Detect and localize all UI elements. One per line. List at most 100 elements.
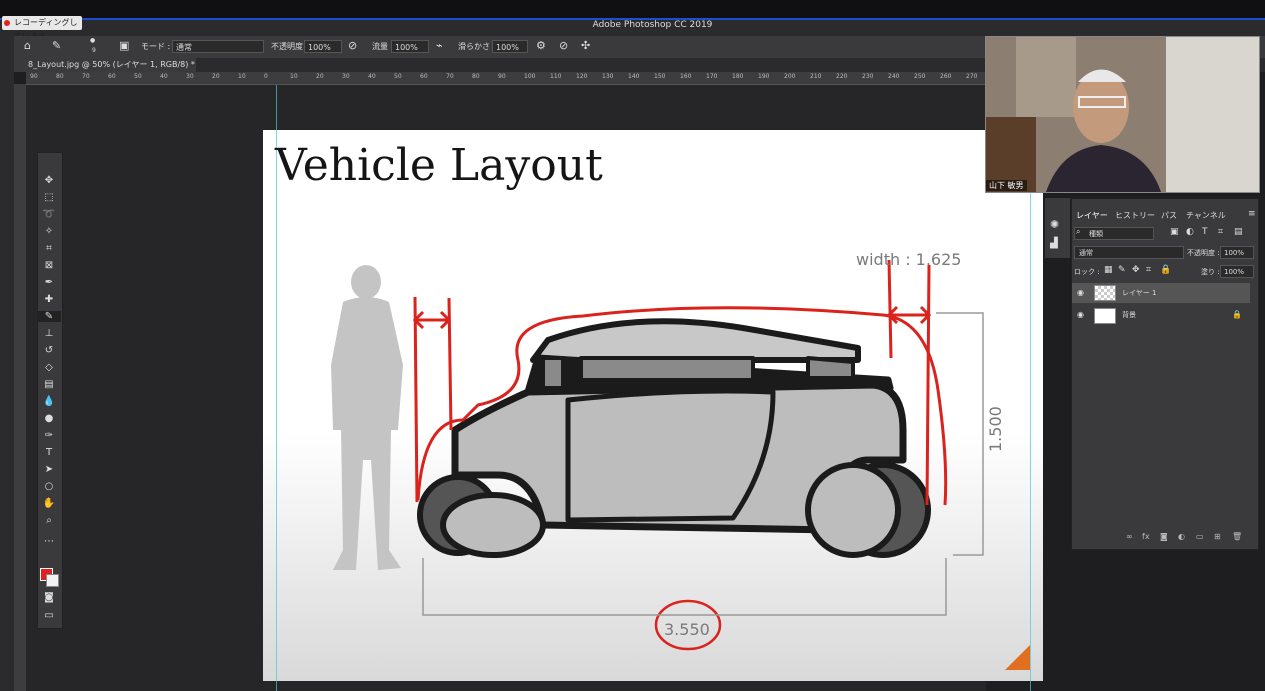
smoothing-options-icon[interactable]: ⚙ — [536, 39, 546, 52]
lasso-tool-icon[interactable]: ➰ — [37, 209, 61, 220]
brush-size-dot-icon[interactable]: ● — [90, 37, 95, 44]
stamp-tool-icon[interactable]: ⊥ — [37, 328, 61, 339]
filter-type-icon[interactable]: T — [1202, 227, 1208, 237]
corner-accent — [1005, 645, 1030, 670]
mode-label: モード : — [141, 42, 171, 51]
screen-mode-icon[interactable]: ▭ — [37, 610, 61, 621]
visibility-eye-icon[interactable]: ◉ — [1077, 305, 1084, 325]
opacity-label: 不透明度 : — [271, 42, 309, 51]
lock-artboard-icon[interactable]: ⌗ — [1146, 265, 1151, 275]
layer-row[interactable]: ◉ レイヤー 1 — [1072, 283, 1250, 303]
tab-paths[interactable]: パス — [1161, 210, 1177, 221]
brush-tool-icon[interactable]: ✎ — [37, 311, 61, 322]
toolbox — [37, 152, 63, 629]
ruler-tick-label: 270 — [966, 73, 978, 80]
new-group-icon[interactable]: ▭ — [1196, 532, 1204, 541]
fill-label: 塗り : — [1201, 268, 1220, 276]
delete-layer-icon[interactable]: 🗑 — [1232, 532, 1242, 541]
tab-channels[interactable]: チャンネル — [1186, 210, 1226, 221]
ruler-tick-label: 40 — [160, 73, 168, 80]
mode-select[interactable]: 通常 — [172, 40, 264, 53]
layer-thumbnail — [1094, 308, 1116, 324]
ruler-tick-label: 140 — [628, 73, 640, 80]
filter-adjustment-icon[interactable]: ◐ — [1186, 227, 1194, 237]
eyedropper-tool-icon[interactable]: ✒ — [37, 277, 61, 288]
home-icon[interactable]: ⌂ — [24, 39, 31, 52]
app-title: Adobe Photoshop CC 2019 — [592, 20, 713, 30]
left-dock-strip — [0, 36, 14, 691]
recording-badge[interactable]: レコーディングしています... — [2, 16, 82, 41]
lock-transparency-icon[interactable]: ▦ — [1104, 265, 1113, 275]
layer-row[interactable]: ◉ 背景 🔒 — [1072, 305, 1250, 325]
search-icon: ⌕ — [1076, 227, 1081, 236]
link-layers-icon[interactable]: ∞ — [1126, 532, 1133, 541]
airbrush-icon[interactable]: ⌁ — [436, 39, 443, 52]
dodge-tool-icon[interactable]: ● — [37, 413, 61, 424]
document-tab[interactable]: 8_Layout.jpg @ 50% (レイヤー 1, RGB/8) * — [14, 58, 196, 72]
history-brush-tool-icon[interactable]: ↺ — [37, 345, 61, 356]
webcam-name-label: 山下 敏男 — [986, 180, 1027, 191]
lock-all-icon[interactable]: 🔒 — [1160, 265, 1171, 275]
path-selection-tool-icon[interactable]: ➤ — [37, 464, 61, 475]
ruler-tick-label: 220 — [836, 73, 848, 80]
eraser-tool-icon[interactable]: ◇ — [37, 362, 61, 373]
crop-tool-icon[interactable]: ⌗ — [37, 243, 61, 254]
tab-layers[interactable]: レイヤー — [1076, 210, 1108, 221]
zoom-tool-icon[interactable]: ⌕ — [37, 515, 61, 526]
pressure-size-icon[interactable]: ⊘ — [559, 39, 568, 52]
opacity-field[interactable]: 100% — [304, 40, 342, 53]
new-layer-icon[interactable]: ⊞ — [1214, 532, 1221, 541]
brush-size: 9 — [92, 47, 96, 54]
add-mask-icon[interactable]: ◙ — [1160, 532, 1168, 541]
histogram-icon[interactable]: ▟ — [1050, 238, 1058, 249]
gradient-tool-icon[interactable]: ▤ — [37, 379, 61, 390]
visibility-eye-icon[interactable]: ◉ — [1077, 283, 1084, 303]
fill-field[interactable]: 100% — [1220, 265, 1254, 278]
person-silhouette — [331, 265, 403, 570]
ruler-tick-label: 130 — [602, 73, 614, 80]
pressure-opacity-icon[interactable]: ⊘ — [348, 39, 357, 52]
lock-row: ロック : ▦ ✎ ✥ ⌗ 🔒 塗り : 100% — [1072, 265, 1256, 278]
symmetry-icon[interactable]: ✣ — [581, 39, 590, 52]
flow-field[interactable]: 100% — [391, 40, 429, 53]
pen-tool-icon[interactable]: ✑ — [37, 430, 61, 441]
layer-filter-row: 種類 ⌕ ▣ ◐ T ⌗ ▤ — [1072, 227, 1256, 240]
more-tools-icon[interactable]: ⋯ — [37, 536, 61, 547]
lock-pixels-icon[interactable]: ✎ — [1118, 265, 1126, 275]
vehicle-sketch — [331, 259, 984, 651]
layer-thumbnail — [1094, 285, 1116, 301]
ruler-tick-label: 210 — [810, 73, 822, 80]
hand-tool-icon[interactable]: ✋ — [37, 498, 61, 509]
ruler-tick-label: 70 — [82, 73, 90, 80]
frame-tool-icon[interactable]: ⊠ — [37, 260, 61, 271]
shape-tool-icon[interactable]: ○ — [37, 481, 61, 492]
new-adjustment-icon[interactable]: ◐ — [1178, 532, 1185, 541]
healing-brush-tool-icon[interactable]: ✚ — [37, 294, 61, 305]
magic-wand-tool-icon[interactable]: ✧ — [37, 226, 61, 237]
blend-mode-select[interactable]: 通常 — [1074, 246, 1184, 259]
quick-mask-icon[interactable]: ◙ — [37, 592, 61, 603]
lock-position-icon[interactable]: ✥ — [1132, 265, 1140, 275]
layer-style-icon[interactable]: fx — [1142, 532, 1150, 541]
layer-opacity-field[interactable]: 100% — [1220, 246, 1254, 259]
ruler-tick-label: 50 — [394, 73, 402, 80]
type-tool-icon[interactable]: T — [37, 447, 61, 458]
blur-tool-icon[interactable]: 💧 — [37, 396, 61, 407]
filter-smart-object-icon[interactable]: ▤ — [1234, 227, 1243, 237]
filter-shape-icon[interactable]: ⌗ — [1218, 227, 1223, 237]
marquee-tool-icon[interactable]: ⬚ — [37, 192, 61, 203]
filter-pixel-icon[interactable]: ▣ — [1170, 227, 1179, 237]
layer-filter-select[interactable]: 種類 — [1074, 227, 1154, 240]
ruler-tick-label: 30 — [186, 73, 194, 80]
panel-menu-icon[interactable]: ≡ — [1248, 209, 1256, 219]
ruler-tick-label: 60 — [420, 73, 428, 80]
brush-settings-icon[interactable]: ▣ — [119, 39, 129, 52]
move-tool-icon[interactable]: ✥ — [37, 175, 61, 186]
ruler-tick-label: 60 — [108, 73, 116, 80]
brush-preset-icon[interactable]: ✎ — [52, 39, 61, 52]
ruler-tick-label: 70 — [446, 73, 454, 80]
background-color-swatch[interactable] — [46, 574, 59, 587]
smoothing-field[interactable]: 100% — [492, 40, 528, 53]
tab-history[interactable]: ヒストリー — [1115, 210, 1155, 221]
adjustments-icon[interactable]: ✺ — [1050, 218, 1059, 231]
